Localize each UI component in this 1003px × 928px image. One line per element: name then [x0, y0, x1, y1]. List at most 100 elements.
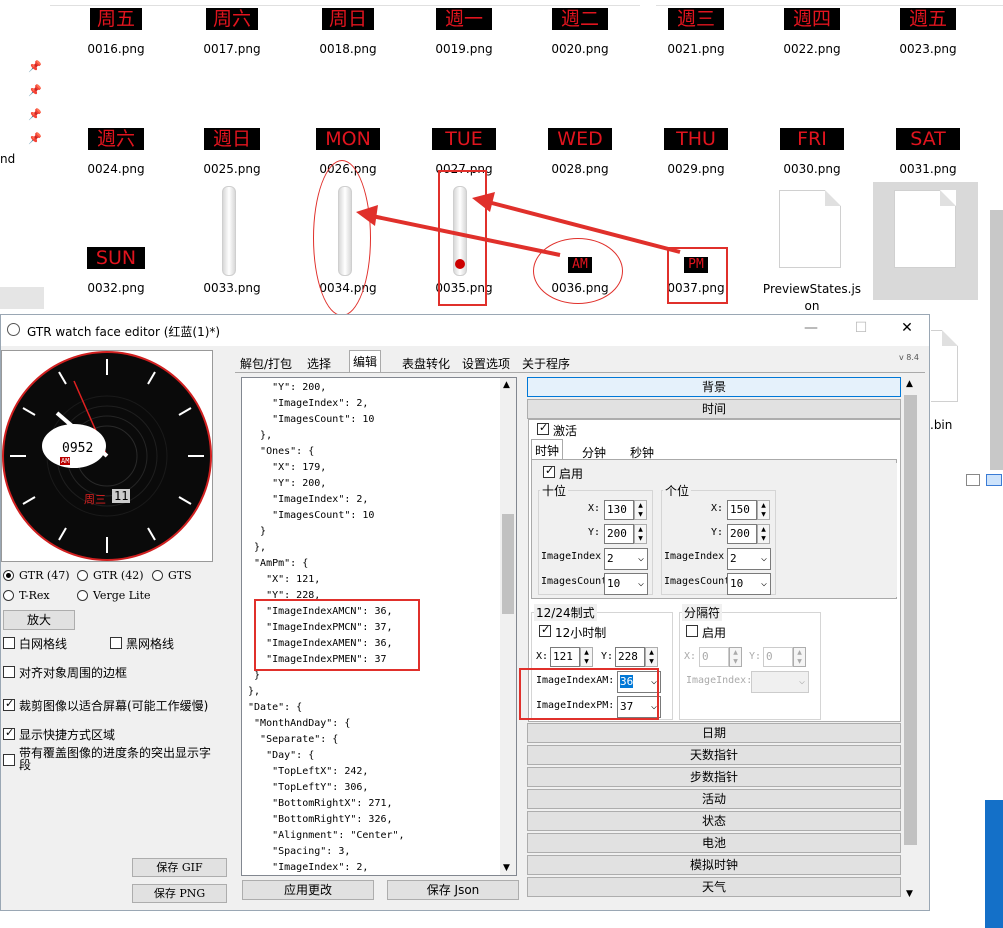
ones-group-title: 个位 [663, 482, 692, 499]
tab-select[interactable]: 选择 [304, 353, 334, 373]
ampm-x-input[interactable]: 121 [550, 647, 580, 667]
check-label: 带有覆盖图像的进度条的突出显示字段 [19, 746, 212, 772]
tens-image-index-select[interactable]: 2 ⌵ [604, 548, 648, 570]
save-json-button[interactable]: 保存 Json [387, 880, 519, 900]
separator-y-input[interactable]: 0 [763, 647, 793, 667]
tab-about[interactable]: 关于程序 [519, 353, 573, 373]
section-date[interactable]: 日期 [527, 723, 901, 743]
white-grid-checkbox[interactable] [3, 637, 15, 649]
save-gif-button[interactable]: 保存 GIF [132, 858, 227, 877]
pm-index-value: 37 [620, 700, 634, 713]
tens-y-spinner[interactable]: ▲ ▼ [634, 524, 647, 544]
scroll-up-icon[interactable]: ▲ [906, 379, 913, 389]
separator-y-spinner[interactable]: ▲ ▼ [793, 647, 806, 667]
tens-images-count-label: ImagesCount [541, 576, 608, 587]
section-days-pointer[interactable]: 天数指针 [527, 745, 901, 765]
tab-convert[interactable]: 表盘转化 [399, 353, 453, 373]
tab-hour[interactable]: 时钟 [531, 439, 564, 459]
scroll-up-icon[interactable]: ▲ [503, 380, 510, 390]
chevron-down-icon: ⌵ [637, 578, 644, 589]
tab-pack[interactable]: 解包/打包 [237, 353, 295, 373]
align-border-checkbox[interactable] [3, 666, 15, 678]
tens-image-index-label: ImageIndex [541, 551, 602, 562]
sections-scrollbar[interactable]: ▲ ▼ [903, 377, 918, 901]
ones-y-label: Y: [711, 527, 724, 538]
section-activity[interactable]: 活动 [527, 789, 901, 809]
tens-x-input[interactable]: 130 [604, 500, 634, 520]
tens-y-input[interactable]: 200 [604, 524, 634, 544]
chevron-down-icon: ⌵ [760, 578, 767, 589]
preview-weekday: 周三 [84, 493, 106, 506]
model-radio-trex[interactable] [3, 590, 14, 601]
am-index-select[interactable]: 36 ⌵ [617, 671, 661, 693]
pm-index-select[interactable]: 37 ⌵ [617, 696, 661, 718]
chevron-down-icon: ⌵ [650, 676, 657, 687]
hour-enable-checkbox[interactable] [543, 464, 555, 478]
view-tiles-icon[interactable] [986, 474, 1002, 486]
ones-x-input[interactable]: 150 [727, 500, 757, 520]
preview-ampm: AM [60, 457, 71, 465]
json-text[interactable]: "Y": 200, "ImageIndex": 2, "ImagesCount"… [242, 378, 516, 875]
tens-images-count-value: 10 [607, 577, 621, 590]
separator-x-spinner[interactable]: ▲ ▼ [729, 647, 742, 667]
preview-day: 11 [112, 489, 131, 503]
ampm-y-input[interactable]: 228 [615, 647, 645, 667]
section-weather[interactable]: 天气 [527, 877, 901, 897]
ones-y-input[interactable]: 200 [727, 524, 757, 544]
highlight-progress-checkbox[interactable] [3, 754, 15, 766]
minimize-icon[interactable]: — [801, 320, 821, 336]
pm-index-label: ImageIndexPM: [536, 700, 615, 711]
scroll-down-icon[interactable]: ▼ [503, 863, 510, 873]
zoom-button[interactable]: 放大 [3, 610, 75, 630]
ampm-y-spinner[interactable]: ▲ ▼ [645, 647, 658, 667]
json-scrollbar[interactable]: ▲ ▼ [500, 378, 516, 875]
ampm-group-title: 12/24制式 [534, 604, 597, 621]
hour-enable-label: 启用 [559, 467, 584, 481]
scroll-thumb[interactable] [502, 514, 514, 614]
check-label: 对齐对象周围的边框 [19, 666, 128, 680]
model-radio-gtr42[interactable] [77, 570, 88, 581]
section-steps-pointer[interactable]: 步数指针 [527, 767, 901, 787]
separator-x-input[interactable]: 0 [699, 647, 729, 667]
time-activate-checkbox[interactable] [537, 421, 549, 435]
ones-y-spinner[interactable]: ▲ ▼ [757, 524, 770, 544]
section-analog[interactable]: 模拟时钟 [527, 855, 901, 875]
scroll-down-icon[interactable]: ▼ [906, 889, 913, 899]
ones-images-count-select[interactable]: 10 ⌵ [727, 573, 771, 595]
model-label: GTR (47) [19, 569, 70, 582]
json-editor[interactable]: "Y": 200, "ImageIndex": 2, "ImagesCount"… [241, 377, 517, 876]
watch-preview[interactable]: 0952 AM 周三 11 [1, 350, 213, 562]
section-time[interactable]: 时间 [527, 399, 901, 419]
save-png-button[interactable]: 保存 PNG [132, 884, 227, 903]
tab-edit[interactable]: 编辑 [349, 350, 382, 372]
view-details-icon[interactable] [966, 474, 980, 486]
tab-settings[interactable]: 设置选项 [459, 353, 513, 373]
separator-enable-checkbox[interactable] [686, 625, 698, 637]
time-activate-label: 激活 [553, 424, 578, 438]
scroll-thumb[interactable] [904, 395, 917, 845]
apply-changes-button[interactable]: 应用更改 [242, 880, 374, 900]
show-shortcuts-checkbox[interactable] [3, 726, 15, 740]
ones-image-index-select[interactable]: 2 ⌵ [727, 548, 771, 570]
tens-y-label: Y: [588, 527, 601, 538]
chevron-down-icon: ⌵ [637, 553, 644, 564]
ampm-x-spinner[interactable]: ▲ ▼ [580, 647, 593, 667]
ones-x-spinner[interactable]: ▲ ▼ [757, 500, 770, 520]
crop-images-checkbox[interactable] [3, 697, 15, 711]
model-radio-gtr47[interactable] [3, 570, 14, 581]
close-icon[interactable]: ✕ [897, 320, 917, 336]
chevron-down-icon: ⌵ [798, 676, 805, 687]
separator-image-index-select[interactable]: ⌵ [751, 671, 809, 693]
maximize-icon[interactable]: ☐ [851, 320, 871, 336]
tens-images-count-select[interactable]: 10 ⌵ [604, 573, 648, 595]
section-background[interactable]: 背景 [527, 377, 901, 397]
section-battery[interactable]: 电池 [527, 833, 901, 853]
partial-file-name: .bin [930, 418, 953, 432]
twelve-hour-checkbox[interactable] [539, 623, 551, 637]
black-grid-checkbox[interactable] [110, 637, 122, 649]
model-radio-verge-lite[interactable] [77, 590, 88, 601]
section-status[interactable]: 状态 [527, 811, 901, 831]
tens-x-spinner[interactable]: ▲ ▼ [634, 500, 647, 520]
tens-image-index-value: 2 [607, 552, 614, 565]
model-radio-gts[interactable] [152, 570, 163, 581]
